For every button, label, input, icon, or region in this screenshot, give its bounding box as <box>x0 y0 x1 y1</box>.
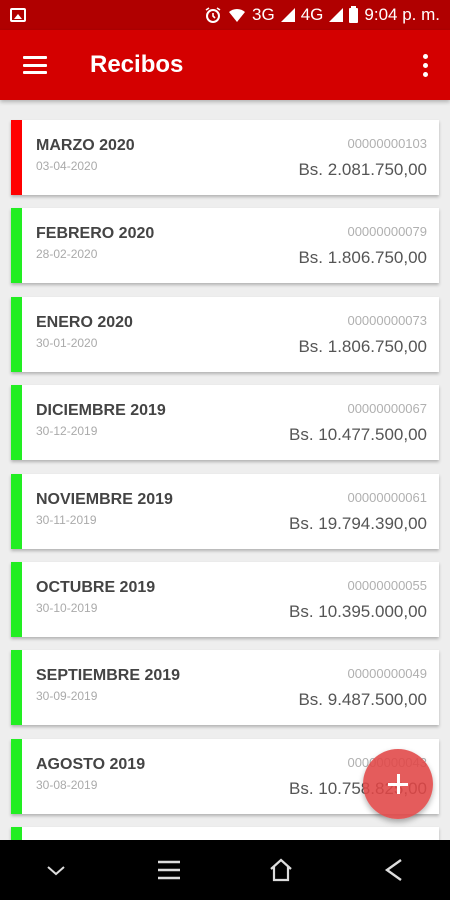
receipt-month: NOVIEMBRE 2019 <box>36 491 173 508</box>
receipt-card[interactable]: OCTUBRE 2019 30-10-2019 00000000055 Bs. 10.… <box>11 562 439 637</box>
more-options-button[interactable] <box>400 30 450 100</box>
hamburger-menu-button[interactable] <box>0 30 70 100</box>
add-receipt-button[interactable] <box>363 749 433 819</box>
wifi-icon <box>228 6 246 24</box>
receipt-number: 00000000061 <box>347 490 427 505</box>
home-icon <box>270 858 292 882</box>
nav-home-button[interactable] <box>251 840 311 900</box>
page-title: Recibos <box>90 51 184 78</box>
payment-status-indicator <box>11 297 22 372</box>
receipt-amount: Bs. 9.487.500,00 <box>298 690 427 709</box>
receipt-month: DICIEMBRE 2019 <box>36 402 166 419</box>
receipt-month: AGOSTO 2019 <box>36 756 146 773</box>
nav-back-button[interactable] <box>364 840 424 900</box>
receipt-month: OCTUBRE 2019 <box>36 579 156 596</box>
receipt-month: ENERO 2020 <box>36 314 133 331</box>
navigation-bar <box>0 840 450 900</box>
receipts-list[interactable]: MARZO 2020 03-04-2020 00000000103 Bs. 2.081… <box>0 100 450 840</box>
receipt-card[interactable] <box>11 827 439 840</box>
receipt-card[interactable]: DICIEMBRE 2019 30-12-2019 00000000067 Bs. 1… <box>11 385 439 460</box>
receipt-date: 30-01-2020 <box>36 336 98 350</box>
payment-status-indicator <box>11 562 22 637</box>
receipt-amount: Bs. 10.395.000,00 <box>288 602 427 621</box>
receipt-card[interactable]: SEPTIEMBRE 2019 30-09-2019 00000000049 Bs. … <box>11 650 439 725</box>
nav-hide-button[interactable] <box>26 840 86 900</box>
receipt-amount: Bs. 1.806.750,00 <box>298 248 427 267</box>
battery-icon <box>349 5 359 23</box>
receipt-card[interactable]: MARZO 2020 03-04-2020 00000000103 Bs. 2.081… <box>11 120 439 195</box>
status-bar: 3G 4G 9:04 p. m. <box>0 0 450 30</box>
receipt-card[interactable]: FEBRERO 2020 28-02-2020 00000000079 Bs. 1.8… <box>11 208 439 283</box>
image-icon <box>10 8 26 22</box>
nav-recents-button[interactable] <box>139 840 199 900</box>
menu-icon <box>157 860 180 880</box>
hamburger-menu-icon <box>23 56 47 74</box>
payment-status-indicator <box>11 208 22 283</box>
receipt-card[interactable]: ENERO 2020 30-01-2020 00000000073 Bs. 1.806… <box>11 297 439 372</box>
network-type-3g: 3G <box>252 5 275 24</box>
payment-status-indicator <box>11 474 22 549</box>
payment-status-indicator <box>11 385 22 460</box>
more-vertical-icon <box>422 53 428 59</box>
receipt-card[interactable]: NOVIEMBRE 2019 30-11-2019 00000000061 Bs. 1… <box>11 474 439 549</box>
network-type-4g: 4G <box>300 5 324 24</box>
receipt-date: 30-12-2019 <box>36 424 98 438</box>
receipt-number: 00000000067 <box>347 401 427 416</box>
receipt-number: 00000000079 <box>347 224 427 239</box>
receipt-number: 00000000073 <box>347 313 427 328</box>
payment-status-indicator <box>11 827 22 840</box>
receipt-amount: Bs. 2.081.750,00 <box>298 160 427 179</box>
receipt-date: 30-11-2019 <box>36 513 97 527</box>
receipt-number: 00000000049 <box>347 666 427 681</box>
plus-icon <box>388 774 408 794</box>
chevron-down-icon <box>47 866 65 876</box>
alarm-icon <box>204 6 222 24</box>
receipt-date: 30-09-2019 <box>36 689 98 703</box>
receipt-date: 28-02-2020 <box>36 247 98 261</box>
back-icon <box>384 859 402 881</box>
receipt-date: 03-04-2020 <box>36 159 98 173</box>
signal-icon <box>329 8 344 22</box>
receipt-amount: Bs. 10.477.500,00 <box>288 425 427 444</box>
receipt-month: FEBRERO 2020 <box>36 225 155 242</box>
receipt-month: SEPTIEMBRE 2019 <box>36 667 181 684</box>
receipt-number: 00000000055 <box>347 578 427 593</box>
status-time: 9:04 p. m. <box>364 5 440 24</box>
payment-status-indicator <box>11 739 22 814</box>
receipt-number: 00000000103 <box>347 136 427 151</box>
signal-icon <box>280 8 295 22</box>
receipt-date: 30-08-2019 <box>36 778 98 792</box>
receipt-month: MARZO 2020 <box>36 137 135 154</box>
receipt-date: 30-10-2019 <box>36 601 98 615</box>
payment-status-indicator <box>11 650 22 725</box>
receipt-amount: Bs. 1.806.750,00 <box>298 337 427 356</box>
app-bar: Recibos <box>0 30 450 100</box>
payment-status-indicator <box>11 120 22 195</box>
receipt-amount: Bs. 19.794.390,00 <box>288 514 427 533</box>
